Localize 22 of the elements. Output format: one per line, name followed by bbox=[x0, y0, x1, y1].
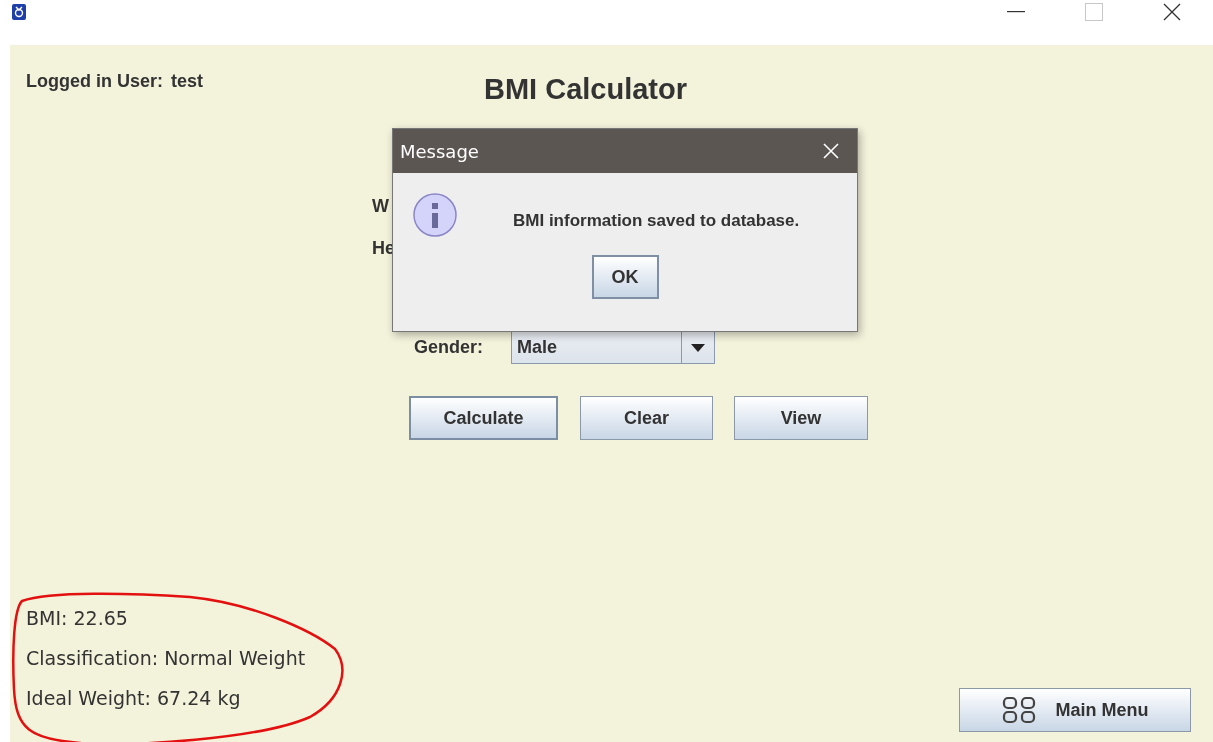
action-button[interactable]: Calculate bbox=[409, 396, 558, 440]
action-button[interactable]: Clear bbox=[580, 396, 713, 440]
result-text: Classification: Normal Weight bbox=[26, 646, 306, 671]
minimize-icon[interactable] bbox=[1007, 10, 1025, 13]
dialog-title: Message bbox=[400, 140, 479, 162]
field-label: W bbox=[372, 196, 389, 217]
main-menu-button[interactable]: Main Menu bbox=[959, 688, 1191, 732]
grid-icon bbox=[1001, 696, 1038, 724]
gender-label: Gender: bbox=[414, 337, 484, 358]
page-title: BMI Calculator bbox=[484, 73, 688, 107]
dropdown-arrow-icon bbox=[691, 343, 705, 352]
result-text: BMI: 22.65 bbox=[26, 606, 129, 631]
result-text: Ideal Weight: 67.24 kg bbox=[26, 686, 242, 711]
app-icon bbox=[12, 3, 26, 20]
gender-dropdown[interactable]: Male bbox=[511, 331, 715, 364]
close-icon[interactable] bbox=[1163, 2, 1181, 21]
logged-in-label: Logged in User: bbox=[26, 71, 163, 93]
ok-button[interactable]: OK bbox=[591, 255, 659, 299]
dialog-message: BMI information saved to database. bbox=[513, 211, 800, 231]
action-button[interactable]: View bbox=[734, 396, 868, 440]
logged-in-user: test bbox=[171, 71, 204, 93]
info-icon bbox=[413, 193, 459, 239]
